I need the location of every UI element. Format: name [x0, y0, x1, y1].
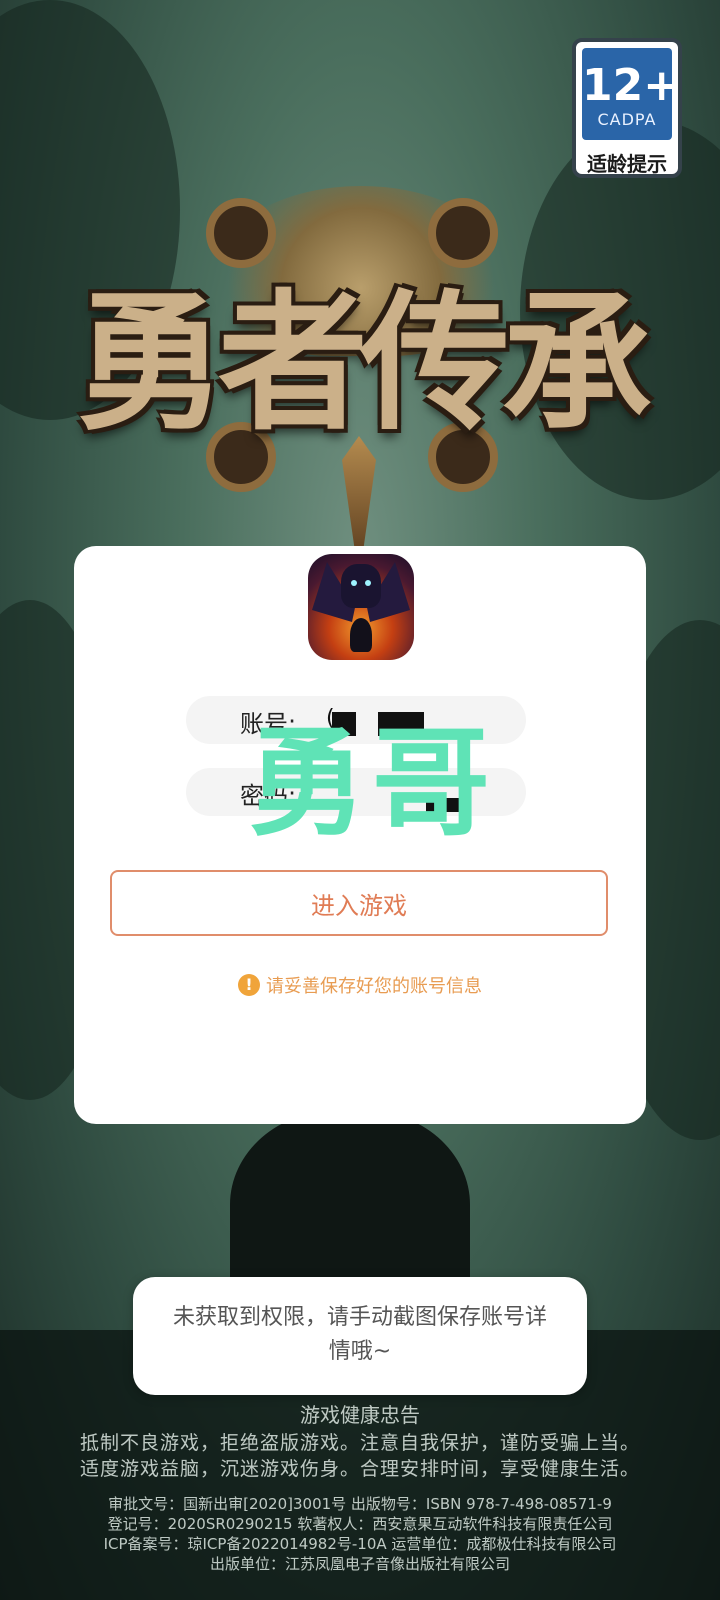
- age-badge-panel: 12+ CADPA: [582, 48, 681, 140]
- game-title: 勇者传承: [75, 275, 652, 451]
- dragon-eye: [351, 580, 357, 586]
- dragon-eye: [365, 580, 371, 586]
- logo-ornament: [206, 198, 276, 268]
- health-advisory-line: 适度游戏益脑，沉迷游戏伤身。合理安排时间，享受健康生活。: [79, 1458, 640, 1480]
- logo-sword-blade: [342, 436, 376, 556]
- permission-toast: 未获取到权限，请手动截图保存账号详情哦~: [133, 1277, 587, 1395]
- exclamation-icon: !: [238, 974, 260, 996]
- publication-line: ICP备案号：琼ICP备2022014982号-10A 运营单位：成都极仕科技有…: [103, 1535, 617, 1553]
- game-logo: 勇者传承: [36, 186, 684, 566]
- rating-organization: CADPA: [597, 110, 657, 129]
- hero-figure: [350, 618, 372, 652]
- health-advisory-line: 抵制不良游戏，拒绝盗版游戏。注意自我保护，谨防受骗上当。: [79, 1432, 640, 1454]
- notice-text: 请妥善保存好您的账号信息: [266, 976, 482, 997]
- enter-game-button[interactable]: 进入游戏: [110, 870, 608, 936]
- dragon-head: [341, 564, 381, 608]
- health-advisory-title: 游戏健康忠告: [300, 1403, 420, 1427]
- game-login-screen: 12+ CADPA 适龄提示 勇者传承 账号: ( 密码: 勇哥 进入游戏 ! …: [0, 0, 720, 1600]
- account-login-dialog: 账号: ( 密码: 勇哥 进入游戏 ! 请妥善保存好您的账号信息: [74, 546, 646, 1124]
- watermark-text: 勇哥: [247, 714, 496, 852]
- publication-line: 审批文号：国新出审[2020]3001号 出版物号：ISBN 978-7-498…: [108, 1495, 612, 1513]
- publication-line: 登记号：2020SR0290215 软著权人：西安意果互动软件科技有限责任公司: [107, 1515, 613, 1533]
- health-advisory: 游戏健康忠告 抵制不良游戏，拒绝盗版游戏。注意自我保护，谨防受骗上当。 适度游戏…: [0, 1400, 720, 1482]
- age-rating-badge: 12+ CADPA 适龄提示: [572, 38, 682, 178]
- publication-line: 出版单位：江苏凤凰电子音像出版社有限公司: [209, 1555, 510, 1573]
- publication-info: 审批文号：国新出审[2020]3001号 出版物号：ISBN 978-7-498…: [0, 1494, 720, 1574]
- logo-ornament: [428, 198, 498, 268]
- game-app-icon: [308, 554, 414, 660]
- age-rating-hint: 适龄提示: [587, 152, 667, 176]
- age-rating-value: 12+: [582, 60, 681, 111]
- toast-message: 未获取到权限，请手动截图保存账号详情哦~: [172, 1305, 547, 1364]
- save-account-notice: ! 请妥善保存好您的账号信息: [74, 972, 646, 998]
